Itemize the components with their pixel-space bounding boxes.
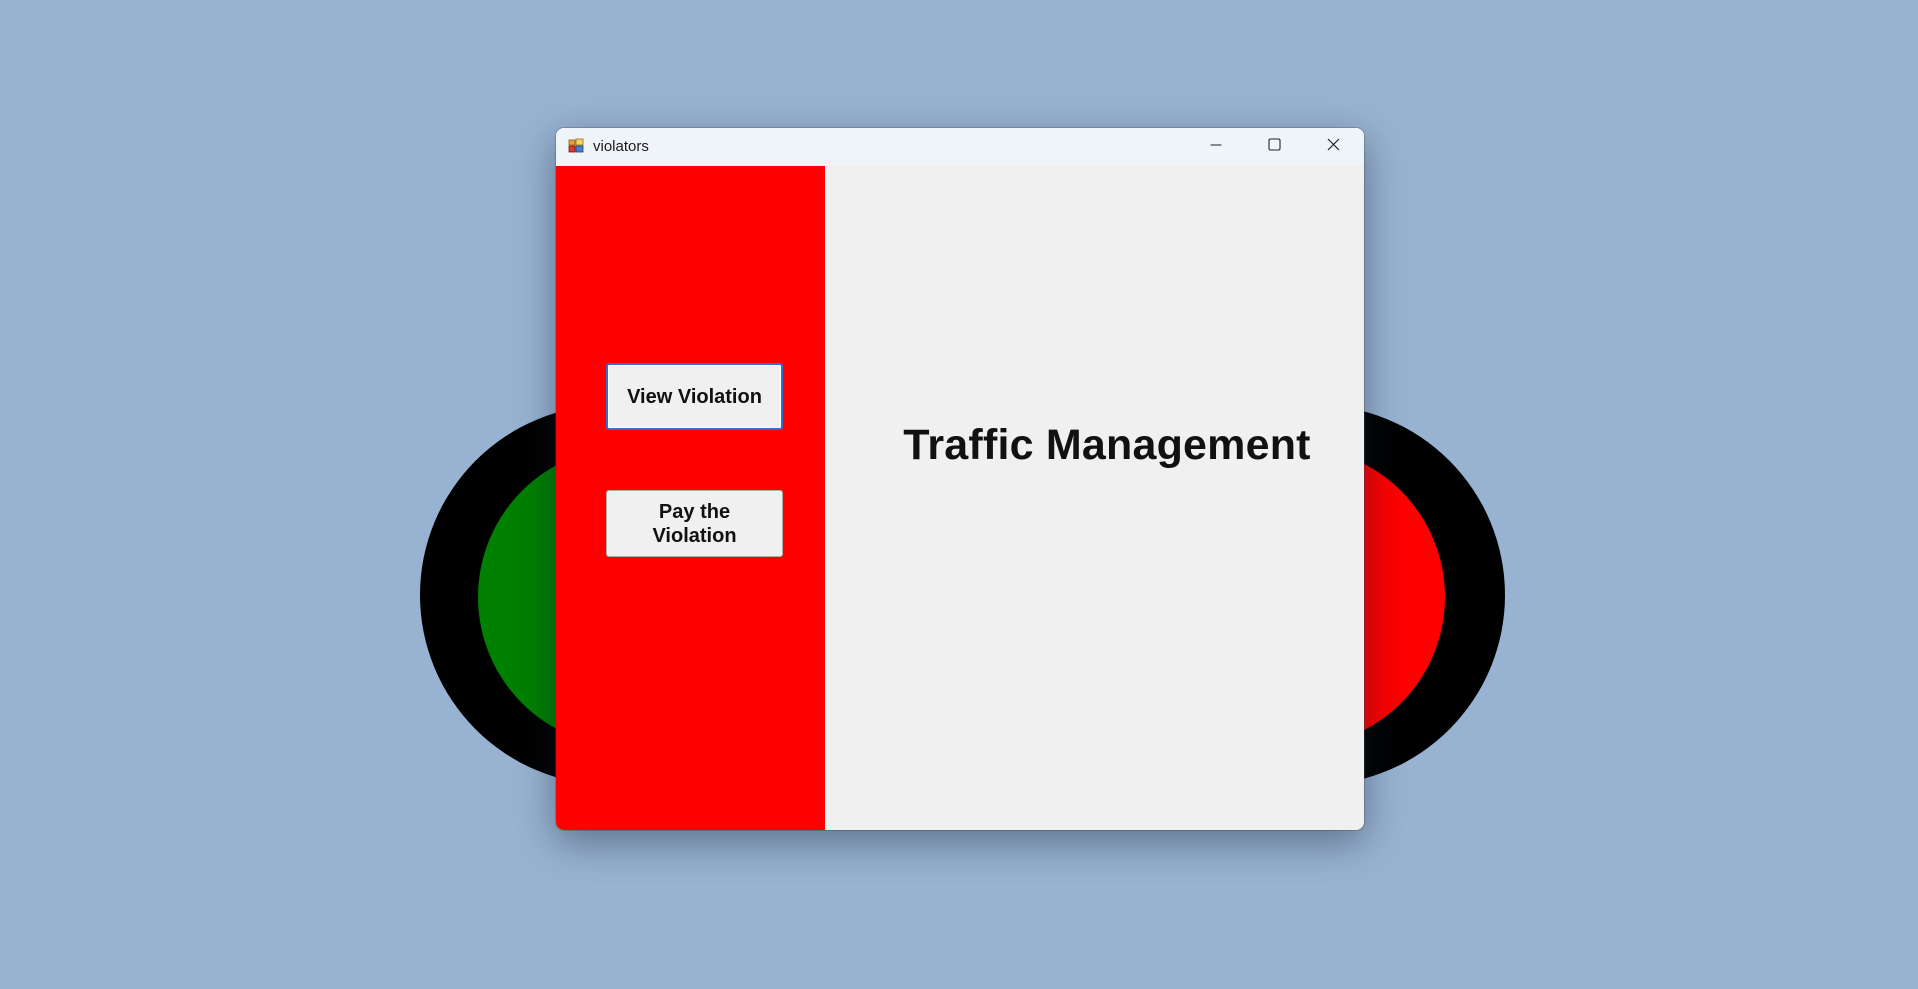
violators-window: violators View Violation Pay the Violati… (556, 128, 1364, 830)
page-title: Traffic Management (903, 421, 1311, 469)
pay-violation-label: Pay the Violation (652, 500, 737, 547)
minimize-icon (1210, 138, 1222, 156)
title-bar[interactable]: violators (556, 128, 1364, 166)
pay-violation-button[interactable]: Pay the Violation (606, 490, 783, 557)
app-icon (568, 138, 584, 154)
minimize-button[interactable] (1187, 128, 1245, 166)
view-violation-label: View Violation (627, 385, 762, 408)
maximize-button[interactable] (1245, 128, 1303, 166)
window-title: violators (593, 138, 649, 155)
maximize-icon (1267, 138, 1281, 156)
close-icon (1327, 138, 1340, 156)
view-violation-button[interactable]: View Violation (606, 363, 783, 430)
close-button[interactable] (1304, 128, 1362, 166)
